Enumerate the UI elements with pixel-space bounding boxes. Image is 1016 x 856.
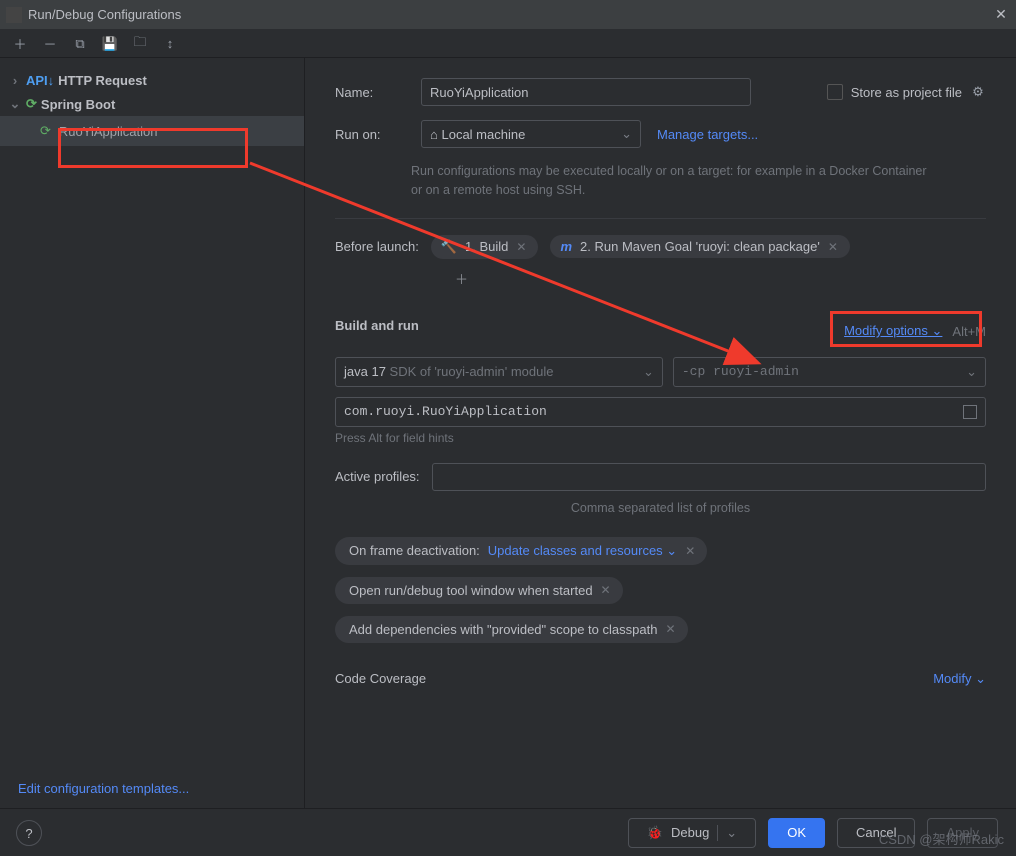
debug-button[interactable]: 🐞 Debug ⌄ (628, 818, 756, 848)
field-hints-hint: Press Alt for field hints (335, 431, 986, 445)
dialog-run-debug-configurations: Run/Debug Configurations ✕ ＋ － ⧉ 💾 🗀 ↕ ›… (0, 0, 1016, 856)
cancel-button[interactable]: Cancel (837, 818, 915, 848)
manage-targets-link[interactable]: Manage targets... (657, 127, 758, 142)
active-profiles-input[interactable] (432, 463, 986, 491)
tree-label: Spring Boot (41, 97, 115, 112)
modify-options-shortcut: Alt+M (952, 324, 986, 339)
run-on-hint: Run configurations may be executed local… (411, 162, 941, 200)
jdk-dropdown[interactable]: java 17 SDK of 'ruoyi-admin' module ⌄ (335, 357, 663, 387)
store-label: Store as project file (851, 85, 962, 100)
tree-node-http-request[interactable]: › API↓ HTTP Request (0, 68, 304, 92)
remove-chip-icon[interactable]: ✕ (516, 240, 526, 254)
chevron-right-icon: › (8, 73, 22, 88)
spring-icon: ⟳ (26, 96, 37, 112)
before-launch-section: Before launch: 🔨 1. Build ✕ m 2. Run Mav… (335, 235, 986, 259)
button-label: Cancel (856, 825, 896, 840)
bug-icon: 🐞 (647, 825, 663, 841)
edit-templates-link[interactable]: Edit configuration templates... (18, 781, 189, 796)
main-class-field[interactable]: com.ruoyi.RuoYiApplication (335, 397, 986, 427)
button-label: Apply (946, 825, 979, 840)
jdk-value-secondary: SDK of 'ruoyi-admin' module (386, 364, 554, 379)
remove-chip-icon[interactable]: ✕ (685, 544, 695, 558)
dialog-footer: 🐞 Debug ⌄ OK Cancel Apply (0, 808, 1016, 856)
home-icon: ⌂ (430, 127, 438, 142)
tree-node-ruoyi-application[interactable]: ⟳ RuoYiApplication (0, 116, 304, 146)
separator (335, 218, 986, 219)
run-on-dropdown[interactable]: ⌂ Local machine ⌄ (421, 120, 641, 148)
config-editor: Name: Store as project file ⚙ Run on: ⌂ … (305, 58, 1016, 808)
name-input[interactable] (421, 78, 751, 106)
help-button[interactable]: ? (16, 820, 42, 846)
classpath-value: -cp ruoyi-admin (682, 364, 799, 379)
active-profiles-label: Active profiles: (335, 469, 420, 484)
tree-label: HTTP Request (58, 73, 147, 88)
button-label: OK (787, 825, 806, 840)
sort-config-icon[interactable]: ↕ (162, 36, 178, 52)
apply-button[interactable]: Apply (927, 818, 998, 848)
chevron-down-icon: ⌄ (643, 364, 654, 380)
jdk-value-primary: java 17 (344, 364, 386, 379)
spring-icon: ⟳ (40, 123, 51, 139)
chip-label: Add dependencies with "provided" scope t… (349, 622, 657, 637)
classpath-dropdown[interactable]: -cp ruoyi-admin ⌄ (673, 357, 986, 387)
close-icon[interactable]: ✕ (992, 6, 1010, 24)
chevron-down-icon: ⌄ (621, 126, 632, 142)
copy-config-icon[interactable]: ⧉ (72, 36, 88, 52)
chip-label: 1. Build (465, 239, 508, 254)
http-icon: API↓ (26, 73, 54, 88)
chevron-down-icon[interactable]: ⌄ (717, 825, 737, 841)
name-label: Name: (335, 85, 405, 100)
open-tool-window-chip[interactable]: Open run/debug tool window when started … (335, 577, 623, 604)
save-config-icon[interactable]: 💾 (102, 36, 118, 52)
frame-deactivation-value[interactable]: Update classes and resources ⌄ (488, 543, 677, 559)
remove-chip-icon[interactable]: ✕ (828, 240, 838, 254)
window-title: Run/Debug Configurations (28, 7, 986, 22)
ij-logo-icon (6, 7, 22, 23)
titlebar: Run/Debug Configurations ✕ (0, 0, 1016, 30)
provided-deps-chip[interactable]: Add dependencies with "provided" scope t… (335, 616, 688, 643)
maven-icon: m (560, 239, 572, 254)
code-coverage-modify-link[interactable]: Modify ⌄ (933, 671, 986, 687)
remove-chip-icon[interactable]: ✕ (665, 622, 675, 636)
chevron-down-icon: ⌄ (966, 364, 977, 380)
hammer-icon: 🔨 (441, 239, 457, 255)
code-coverage-title: Code Coverage (335, 671, 426, 686)
checkbox-icon[interactable] (827, 84, 843, 100)
main-class-value: com.ruoyi.RuoYiApplication (344, 404, 547, 419)
remove-chip-icon[interactable]: ✕ (601, 583, 611, 597)
browse-icon[interactable] (963, 405, 977, 419)
before-launch-maven-chip[interactable]: m 2. Run Maven Goal 'ruoyi: clean packag… (550, 235, 849, 258)
folder-config-icon[interactable]: 🗀 (132, 36, 148, 52)
modify-options-link[interactable]: Modify options ⌄ (844, 323, 942, 338)
button-label: Debug (671, 825, 709, 840)
tree-label: RuoYiApplication (59, 124, 158, 139)
add-before-launch-task[interactable]: ＋ (455, 269, 986, 288)
frame-deactivation-chip[interactable]: On frame deactivation: Update classes an… (335, 537, 707, 565)
chevron-down-icon: ⌄ (8, 96, 22, 112)
tree-node-spring-boot[interactable]: ⌄ ⟳ Spring Boot (0, 92, 304, 116)
add-config-icon[interactable]: ＋ (12, 36, 28, 52)
remove-config-icon[interactable]: － (42, 36, 58, 52)
toolbar: ＋ － ⧉ 💾 🗀 ↕ (0, 30, 1016, 58)
store-as-project-file[interactable]: Store as project file ⚙ (827, 84, 986, 100)
before-launch-label: Before launch: (335, 239, 419, 254)
before-launch-build-chip[interactable]: 🔨 1. Build ✕ (431, 235, 539, 259)
config-tree: › API↓ HTTP Request ⌄ ⟳ Spring Boot ⟳ Ru… (0, 58, 305, 808)
chip-label: Open run/debug tool window when started (349, 583, 593, 598)
chip-label: On frame deactivation: (349, 543, 480, 558)
ok-button[interactable]: OK (768, 818, 825, 848)
chip-label: 2. Run Maven Goal 'ruoyi: clean package' (580, 239, 820, 254)
build-and-run-title: Build and run (335, 318, 419, 333)
active-profiles-hint: Comma separated list of profiles (335, 501, 986, 515)
gear-icon[interactable]: ⚙ (970, 84, 986, 100)
run-on-label: Run on: (335, 127, 405, 142)
run-on-value: Local machine (441, 127, 525, 142)
